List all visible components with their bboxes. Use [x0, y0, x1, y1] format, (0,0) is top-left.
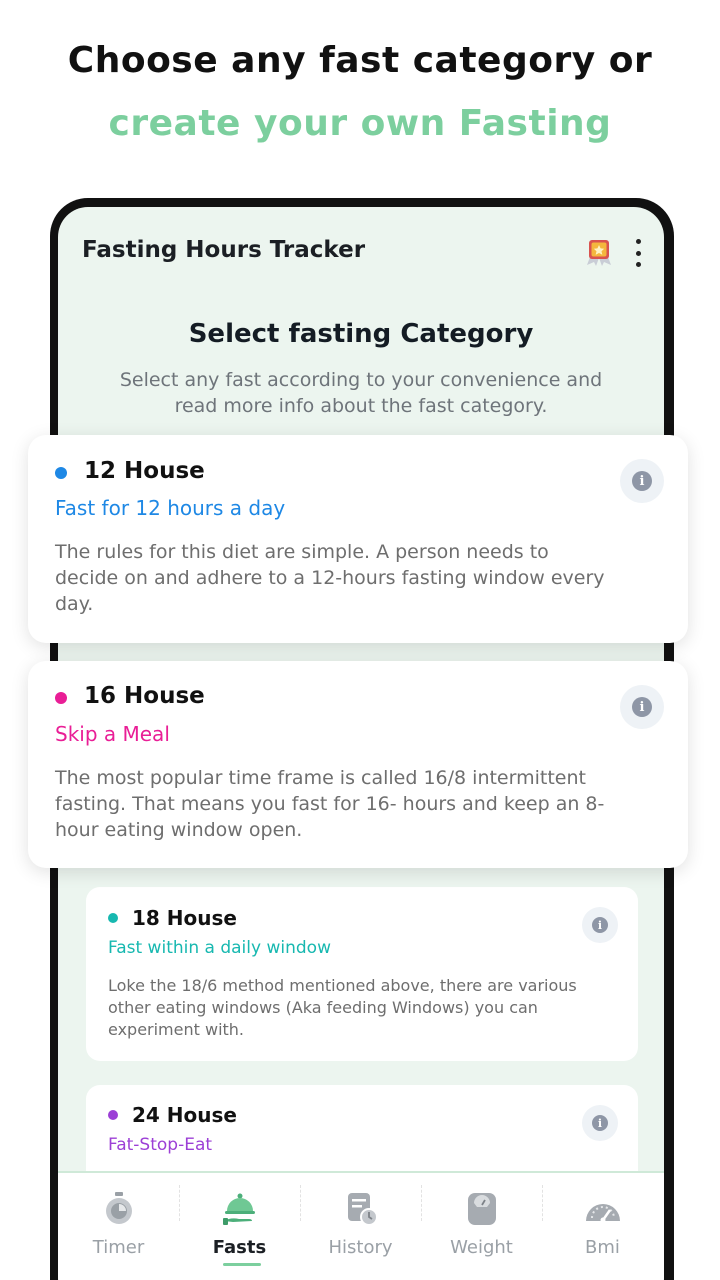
info-button[interactable]: i — [582, 907, 618, 943]
category-dot — [108, 913, 118, 923]
category-title: 16 House — [84, 683, 205, 709]
more-vert-icon[interactable] — [628, 239, 648, 267]
nav-label: History — [328, 1237, 393, 1258]
section-subtitle: Select any fast according to your conven… — [119, 369, 603, 417]
promo-subheadline: create your own Fasting — [108, 103, 612, 144]
nav-label: Timer — [92, 1237, 145, 1258]
category-dot — [55, 692, 67, 704]
category-description: The rules for this diet are simple. A pe… — [55, 541, 605, 615]
info-button[interactable]: i — [620, 459, 664, 503]
promo-headline: Choose any fast category or — [67, 40, 653, 81]
info-icon: i — [632, 471, 652, 491]
category-card-16[interactable]: 16 House Skip a Meal The most popular ti… — [28, 661, 688, 868]
category-dot — [55, 467, 67, 479]
gauge-icon — [585, 1204, 620, 1223]
category-dot — [108, 1110, 118, 1120]
info-icon: i — [592, 1115, 608, 1131]
category-description: The most popular time frame is called 16… — [55, 767, 605, 841]
category-title: 12 House — [84, 458, 205, 484]
app-title: Fasting Hours Tracker — [82, 237, 366, 263]
history-icon — [347, 1193, 378, 1226]
category-subtitle: Skip a Meal — [55, 722, 170, 746]
nav-label: Weight — [450, 1237, 513, 1258]
category-title: 18 House — [132, 906, 237, 930]
bottom-navigation: Timer Fasts History Weight Bmi — [58, 1171, 664, 1280]
award-icon[interactable] — [584, 237, 614, 267]
nav-item-weight[interactable]: Weight — [421, 1173, 542, 1280]
nav-active-indicator — [223, 1263, 261, 1266]
serving-dish-icon — [222, 1193, 255, 1225]
category-card-12[interactable]: 12 House Fast for 12 hours a day The rul… — [28, 435, 688, 643]
category-title: 24 House — [132, 1103, 237, 1127]
stopwatch-icon — [105, 1192, 132, 1224]
nav-item-timer[interactable]: Timer — [58, 1173, 179, 1280]
scale-icon — [467, 1193, 496, 1225]
section-title: Select fasting Category — [188, 319, 534, 349]
category-description: Loke the 18/6 method mentioned above, th… — [108, 976, 577, 1039]
category-subtitle: Fast for 12 hours a day — [55, 496, 286, 520]
info-icon: i — [592, 917, 608, 933]
info-icon: i — [632, 697, 652, 717]
category-subtitle: Fat-Stop-Eat — [108, 1135, 213, 1155]
nav-item-history[interactable]: History — [300, 1173, 421, 1280]
nav-item-bmi[interactable]: Bmi — [542, 1173, 663, 1280]
info-button[interactable]: i — [620, 685, 664, 729]
nav-label: Fasts — [212, 1237, 267, 1258]
info-button[interactable]: i — [582, 1105, 618, 1141]
category-card-18[interactable]: 18 House Fast within a daily window Loke… — [86, 887, 638, 1061]
nav-label: Bmi — [585, 1237, 620, 1258]
category-subtitle: Fast within a daily window — [108, 938, 331, 958]
